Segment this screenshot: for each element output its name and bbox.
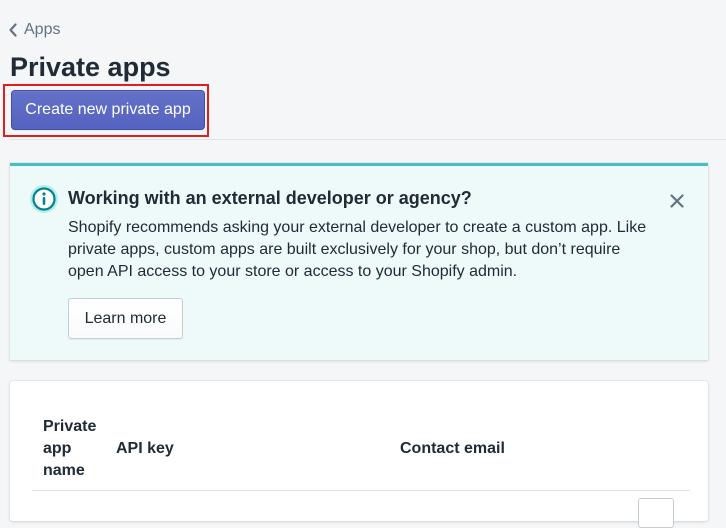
breadcrumb-label[interactable]: Apps <box>24 21 60 39</box>
chevron-left-icon <box>8 23 18 37</box>
row-action-button[interactable] <box>638 498 674 528</box>
breadcrumb[interactable]: Apps <box>8 18 60 42</box>
create-new-private-app-button[interactable]: Create new private app <box>11 90 205 130</box>
info-icon <box>29 184 59 214</box>
column-header-contact-email[interactable]: Contact email <box>400 438 505 460</box>
page-title: Private apps <box>10 52 171 82</box>
column-header-private-app-name[interactable]: Private app name <box>43 416 105 482</box>
header-divider <box>10 139 726 140</box>
banner-body: Shopify recommends asking your external … <box>68 219 647 280</box>
info-banner: Working with an external developer or ag… <box>10 163 708 360</box>
private-apps-table-card: Private app name API key Contact email <box>10 381 708 528</box>
banner-title: Working with an external developer or ag… <box>68 188 472 208</box>
table-header-divider <box>32 490 690 491</box>
learn-more-button[interactable]: Learn more <box>68 298 183 339</box>
close-icon[interactable] <box>666 190 688 212</box>
column-header-api-key[interactable]: API key <box>116 438 174 460</box>
